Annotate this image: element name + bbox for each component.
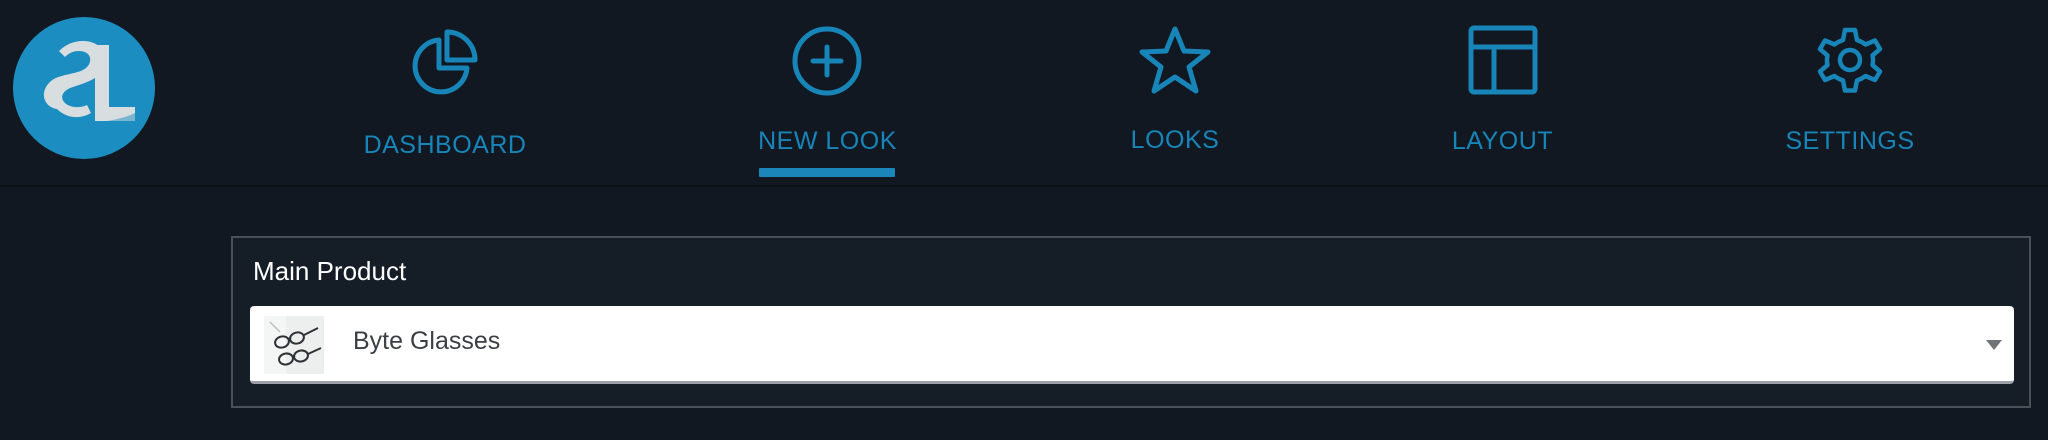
selected-product-name: Byte Glasses: [353, 327, 501, 355]
main-product-label: Main Product: [253, 256, 407, 286]
nav-item-looks[interactable]: LOOKS: [1120, 0, 1230, 187]
nav-item-layout[interactable]: LAYOUT: [1445, 0, 1560, 187]
active-tab-indicator: [759, 168, 895, 177]
pie-chart-icon: [405, 22, 485, 102]
nav-label-dashboard: DASHBOARD: [363, 131, 527, 159]
chevron-down-icon[interactable]: [1986, 340, 2002, 350]
nav-label-new-look: NEW LOOK: [758, 127, 897, 155]
main-product-select[interactable]: Byte Glasses: [250, 306, 2014, 384]
nav-item-new-look[interactable]: NEW LOOK: [755, 0, 900, 187]
logo-mark: [43, 41, 135, 129]
nav-label-settings: SETTINGS: [1785, 127, 1915, 155]
app-logo[interactable]: [13, 17, 155, 159]
nav-item-dashboard[interactable]: DASHBOARD: [360, 0, 530, 187]
nav-label-looks: LOOKS: [1130, 126, 1220, 154]
layout-icon: [1463, 20, 1543, 100]
nav-label-layout: LAYOUT: [1451, 127, 1554, 155]
nav-item-settings[interactable]: SETTINGS: [1780, 0, 1920, 187]
top-navigation-bar: DASHBOARD NEW LOOK LOOKS LAYOUT SETTINGS: [0, 0, 2048, 187]
star-icon: [1135, 21, 1215, 101]
plus-circle-icon: [787, 21, 867, 101]
gear-icon: [1810, 20, 1890, 100]
main-product-panel: Main Product Byte Glasses: [231, 236, 2031, 408]
glasses-thumbnail: [264, 316, 324, 374]
